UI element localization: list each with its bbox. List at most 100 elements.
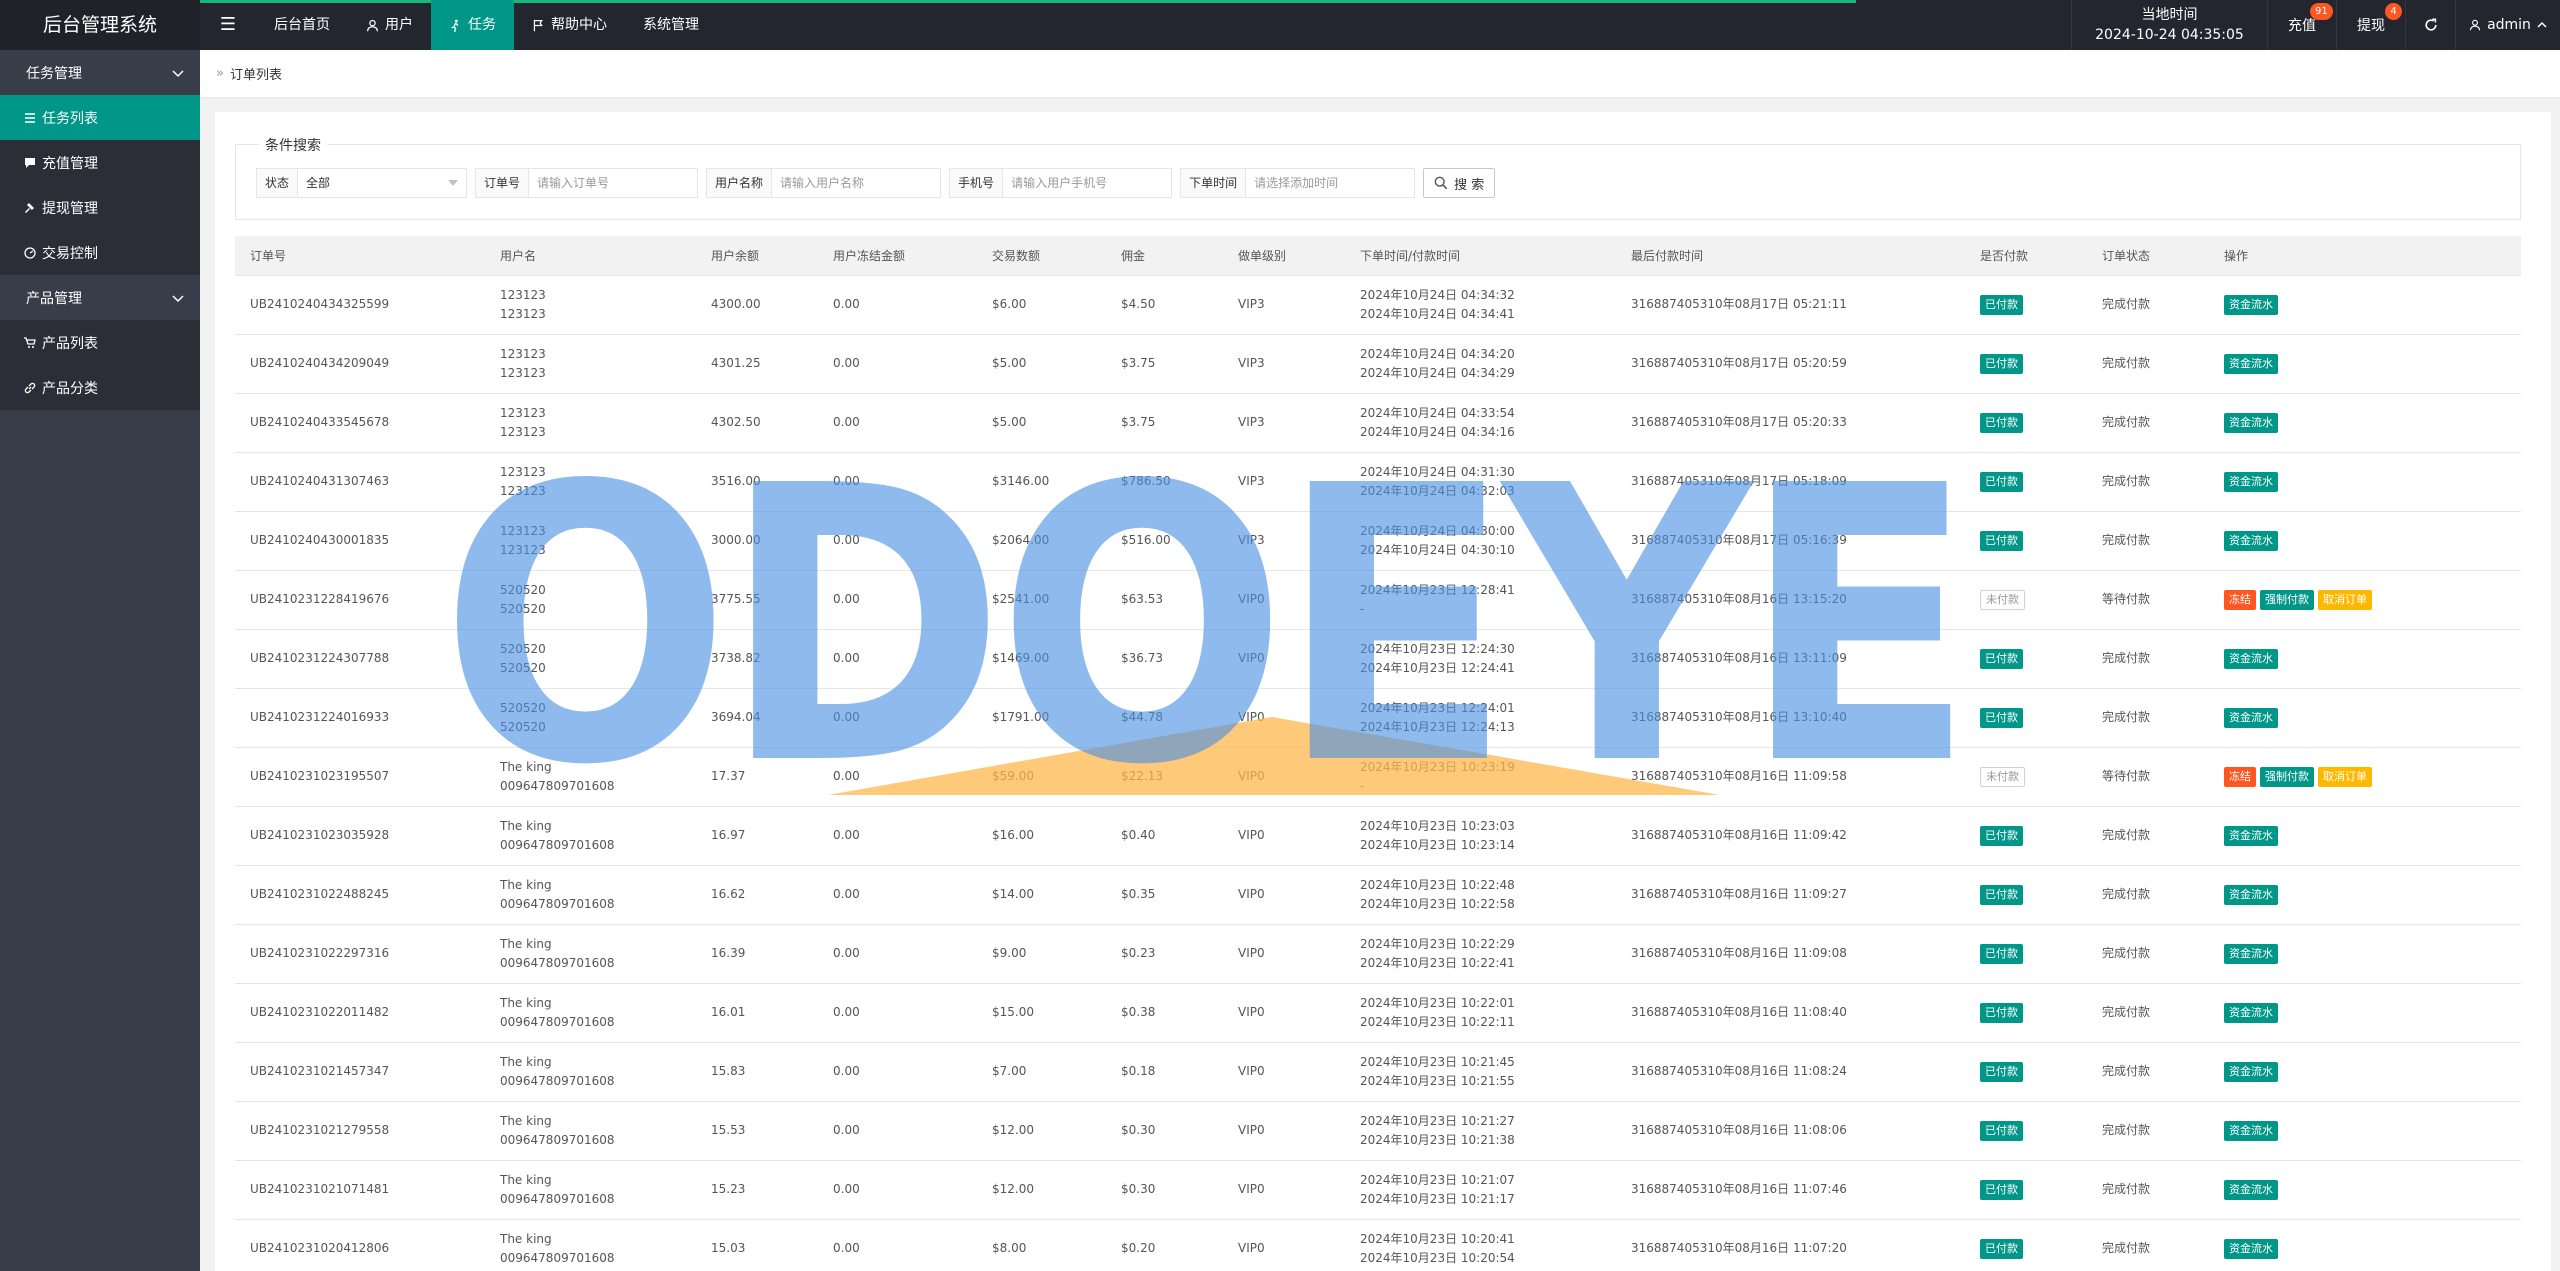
table-row: UB2410231020412806 The king 00964780970160… <box>235 1219 2521 1271</box>
actions-cell: 资金流水 <box>2209 334 2521 394</box>
paid-cell: 已付款 <box>1965 924 2087 984</box>
actions-cell: 资金流水 <box>2209 806 2521 866</box>
user-balance: 3000.00 <box>696 511 818 571</box>
action-button[interactable]: 资金流水 <box>2224 1179 2278 1200</box>
username: 123123 <box>500 346 546 361</box>
search-legend: 条件搜索 <box>259 135 327 155</box>
vip-level: VIP3 <box>1223 511 1345 571</box>
user-balance: 15.83 <box>696 1042 818 1102</box>
action-button[interactable]: 取消订单 <box>2318 766 2372 787</box>
status-label: 状态 <box>257 169 299 197</box>
order-input[interactable]: 请输入订单号 <box>529 169 697 197</box>
action-button[interactable]: 资金流水 <box>2224 353 2278 374</box>
last-payment-time: 316887405310年08月17日 05:16:39 <box>1616 511 1965 571</box>
action-button[interactable]: 资金流水 <box>2224 884 2278 905</box>
user-menu[interactable]: admin <box>2455 0 2560 50</box>
action-button[interactable]: 强制付款 <box>2260 589 2314 610</box>
commission: $0.30 <box>1106 1101 1223 1161</box>
sidebar-item-product-list[interactable]: 产品列表 <box>0 320 200 365</box>
paid-cell: 未付款 <box>1965 747 2087 807</box>
nav-users[interactable]: 用户 <box>348 0 431 50</box>
app-logo[interactable]: 后台管理系统 <box>0 0 200 50</box>
commission: $22.13 <box>1106 747 1223 807</box>
flag-icon <box>533 19 543 31</box>
user-phone: 009647809701608 <box>500 896 615 911</box>
action-button[interactable]: 资金流水 <box>2224 648 2278 669</box>
vip-level: VIP0 <box>1223 629 1345 689</box>
nav-system[interactable]: 系统管理 <box>625 0 717 50</box>
action-button[interactable]: 资金流水 <box>2224 471 2278 492</box>
order-time: 2024年10月23日 10:21:27 <box>1360 1113 1515 1128</box>
recharge-label: 充值 <box>2288 18 2316 34</box>
commission: $3.75 <box>1106 393 1223 453</box>
refresh-icon[interactable] <box>2405 0 2455 50</box>
last-payment-time: 316887405310年08月16日 11:09:58 <box>1616 747 1965 807</box>
actions-cell: 资金流水 <box>2209 452 2521 512</box>
user-phone: 123123 <box>500 365 546 380</box>
user-phone: 009647809701608 <box>500 1250 615 1265</box>
actions-cell: 资金流水 <box>2209 865 2521 925</box>
action-button[interactable]: 资金流水 <box>2224 1120 2278 1141</box>
user-balance: 15.23 <box>696 1160 818 1220</box>
action-button[interactable]: 资金流水 <box>2224 825 2278 846</box>
nav-tasks[interactable]: 任务 <box>431 0 514 50</box>
main-content: 条件搜索 状态 全部 订单号 请输入订单号 用户名称 请输入用户名称 手机号 请… <box>215 112 2551 1271</box>
trade-amount: $12.00 <box>977 1160 1106 1220</box>
vip-level: VIP0 <box>1223 570 1345 630</box>
sidebar-item-product-category[interactable]: 产品分类 <box>0 365 200 410</box>
sidebar-item-trade-control[interactable]: 交易控制 <box>0 230 200 275</box>
order-status: 完成付款 <box>2087 511 2209 571</box>
username: The king <box>500 818 552 833</box>
username: 520520 <box>500 641 546 656</box>
sidebar-item-recharge[interactable]: 充值管理 <box>0 140 200 185</box>
order-number: UB2410231023035928 <box>235 806 485 866</box>
username-input[interactable]: 请输入用户名称 <box>772 169 940 197</box>
frozen-amount: 0.00 <box>818 511 977 571</box>
sidebar-item-task-list[interactable]: 任务列表 <box>0 95 200 140</box>
chevron-down-icon <box>172 69 184 77</box>
time-input[interactable]: 请选择添加时间 <box>1246 169 1414 197</box>
action-button[interactable]: 资金流水 <box>2224 412 2278 433</box>
order-time-cell: 2024年10月23日 10:21:27 2024年10月23日 10:21:38 <box>1345 1101 1616 1161</box>
hamburger-icon[interactable]: ☰ <box>200 0 256 50</box>
user-phone: 520520 <box>500 719 546 734</box>
search-button[interactable]: 搜 索 <box>1423 168 1496 198</box>
recharge-button[interactable]: 充值 91 <box>2267 0 2336 50</box>
frozen-amount: 0.00 <box>818 1219 977 1271</box>
order-time-cell: 2024年10月23日 12:24:01 2024年10月23日 12:24:13 <box>1345 688 1616 748</box>
action-button[interactable]: 资金流水 <box>2224 294 2278 315</box>
action-button[interactable]: 强制付款 <box>2260 766 2314 787</box>
nav-help[interactable]: 帮助中心 <box>514 0 625 50</box>
user-phone: 520520 <box>500 601 546 616</box>
action-button[interactable]: 冻结 <box>2224 766 2256 787</box>
action-button[interactable]: 取消订单 <box>2318 589 2372 610</box>
order-status: 等待付款 <box>2087 570 2209 630</box>
action-button[interactable]: 资金流水 <box>2224 707 2278 728</box>
trade-amount: $5.00 <box>977 334 1106 394</box>
table-body: UB2410240434325599 123123 123123 4300.00 0.0… <box>235 275 2521 1271</box>
action-button[interactable]: 资金流水 <box>2224 1238 2278 1259</box>
column-header: 下单时间/付款时间 <box>1345 236 1616 276</box>
nav-home[interactable]: 后台首页 <box>256 0 348 50</box>
frozen-amount: 0.00 <box>818 688 977 748</box>
action-button[interactable]: 资金流水 <box>2224 943 2278 964</box>
order-filter: 订单号 请输入订单号 <box>475 168 699 198</box>
order-status: 完成付款 <box>2087 1042 2209 1102</box>
action-button[interactable]: 资金流水 <box>2224 1002 2278 1023</box>
sidebar-group-product[interactable]: 产品管理 <box>0 275 200 320</box>
vip-level: VIP0 <box>1223 1042 1345 1102</box>
order-time: 2024年10月24日 04:30:00 <box>1360 523 1515 538</box>
cart-icon <box>24 336 36 348</box>
action-button[interactable]: 冻结 <box>2224 589 2256 610</box>
action-button[interactable]: 资金流水 <box>2224 530 2278 551</box>
sidebar-group-task[interactable]: 任务管理 <box>0 50 200 95</box>
vip-level: VIP3 <box>1223 275 1345 335</box>
withdraw-button[interactable]: 提现 4 <box>2336 0 2405 50</box>
order-time: 2024年10月23日 10:21:07 <box>1360 1172 1515 1187</box>
payment-time: 2024年10月24日 04:34:41 <box>1360 306 1515 321</box>
status-select[interactable]: 全部 <box>298 169 466 197</box>
sidebar-item-withdraw[interactable]: 提现管理 <box>0 185 200 230</box>
action-button[interactable]: 资金流水 <box>2224 1061 2278 1082</box>
phone-input[interactable]: 请输入用户手机号 <box>1003 169 1171 197</box>
top-nav: 后台首页 用户 任务 帮助中心 系统管理 <box>256 0 717 50</box>
